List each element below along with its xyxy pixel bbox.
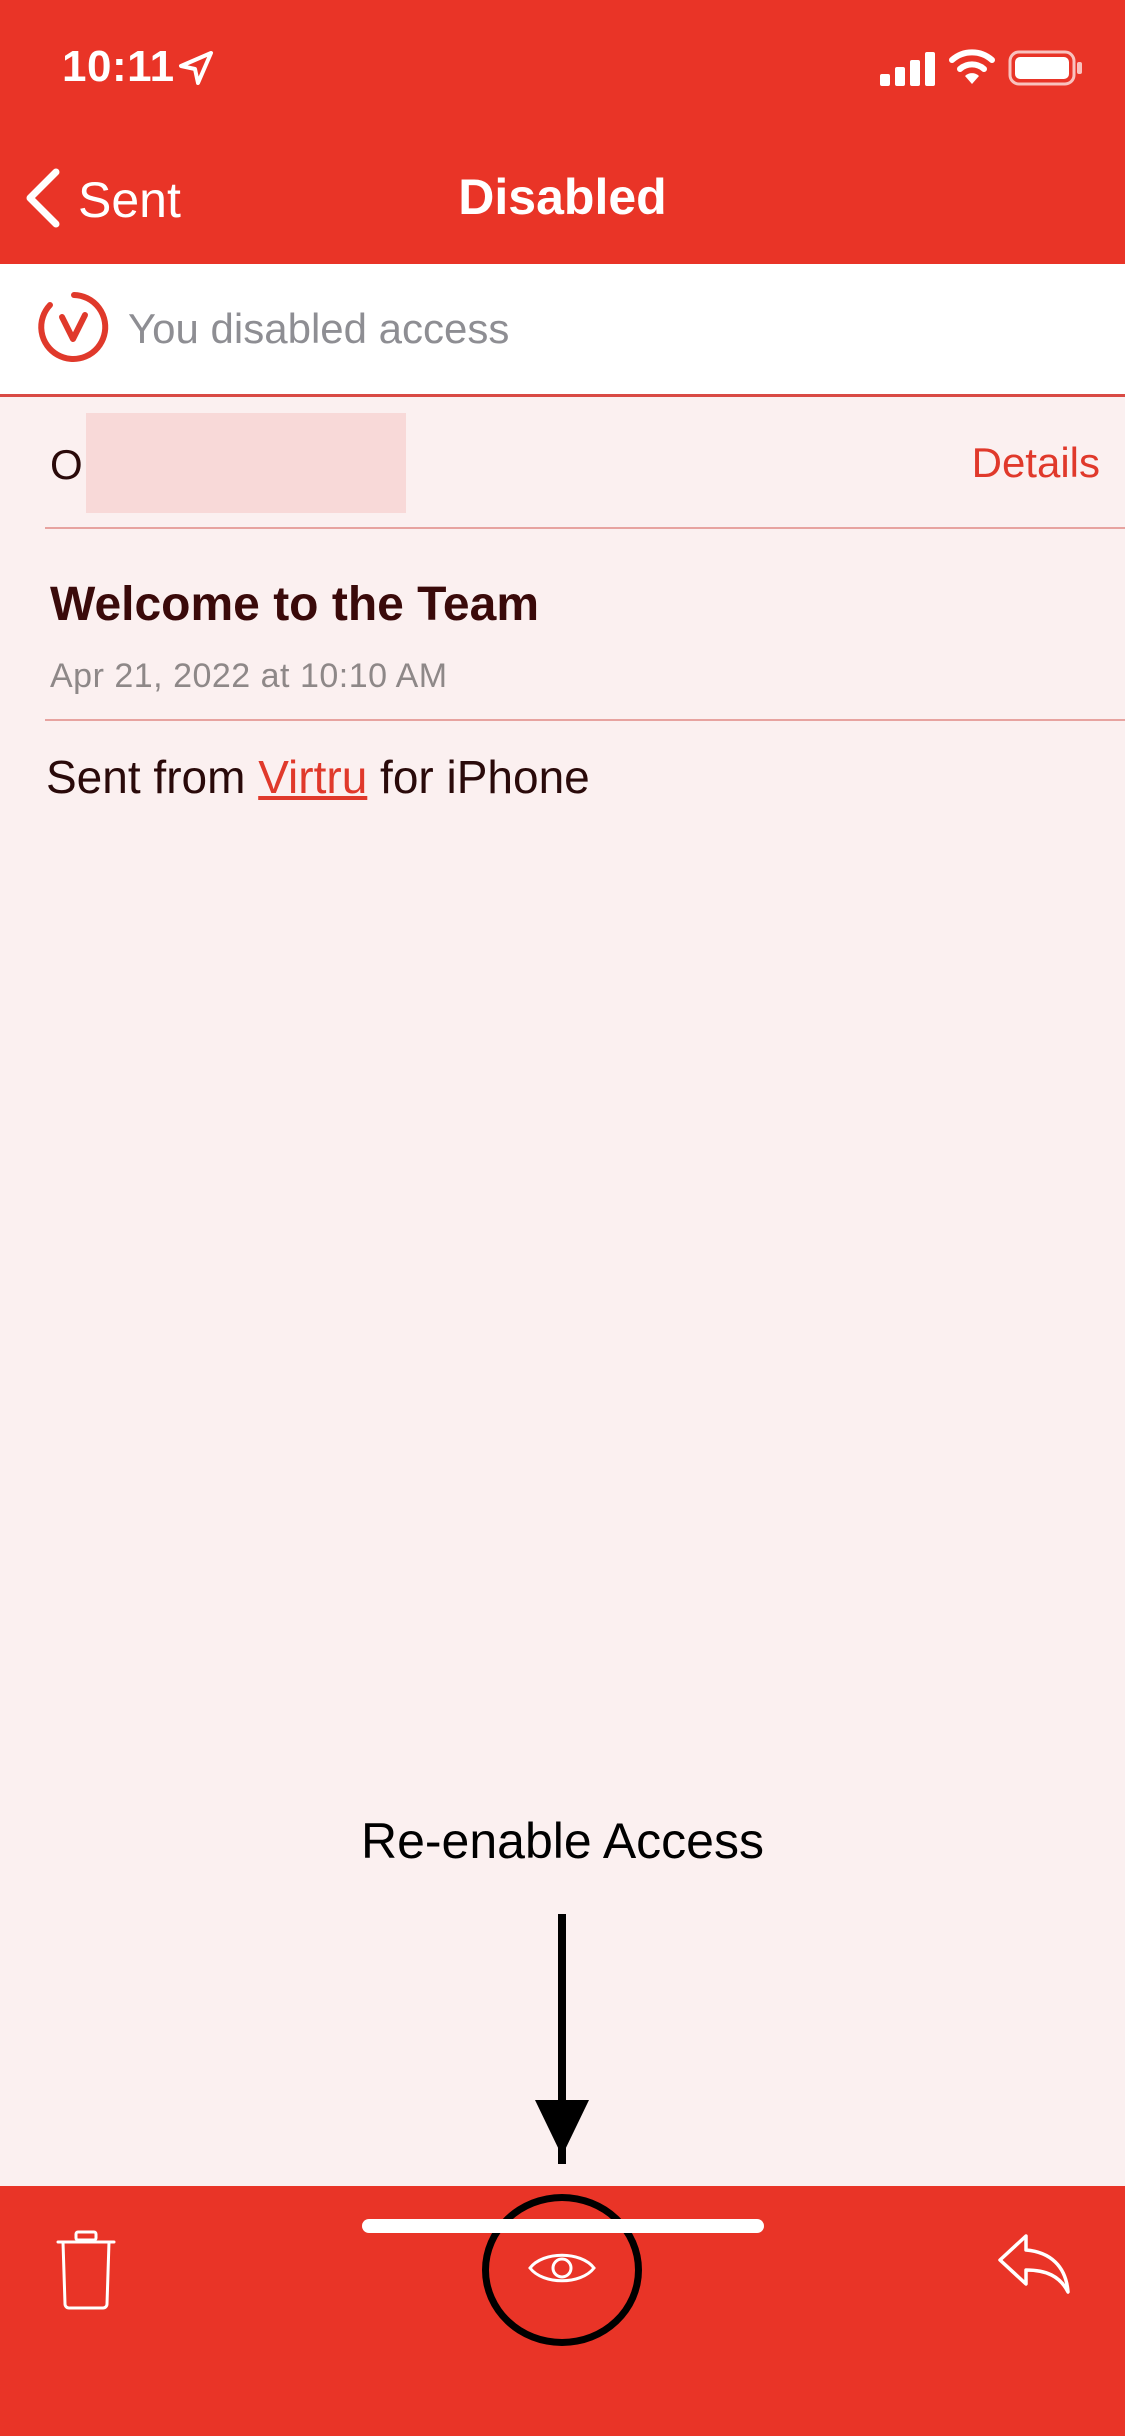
header: 10:11 Sent Disabled [0,0,1125,264]
virtru-logo-icon [36,289,112,370]
page-title: Disabled [458,169,667,225]
body-suffix: for iPhone [367,751,590,803]
email-body: Sent from Virtru for iPhone [46,750,590,804]
access-status-banner: You disabled access [0,264,1125,397]
email-subject: Welcome to the Team [50,578,539,631]
signal-icon [880,52,936,91]
reply-button[interactable] [996,2232,1072,2301]
status-time: 10:11 [62,42,175,91]
sender-row: O Details [45,397,1125,529]
annotation-arrow-head [535,2100,589,2156]
trash-icon [56,2230,116,2314]
reply-icon [996,2234,1072,2300]
annotation-label: Re-enable Access [360,1813,764,1869]
sender-initial: O [50,441,83,488]
home-indicator [362,2219,764,2233]
re-enable-access-button[interactable] [482,2194,642,2346]
details-link[interactable]: Details [972,439,1100,487]
trash-button[interactable] [56,2230,116,2315]
access-status-text: You disabled access [128,305,510,352]
virtru-link[interactable]: Virtru [258,751,367,803]
wifi-icon [948,48,996,91]
battery-icon [1008,50,1084,91]
eye-icon [527,2248,597,2293]
email-date: Apr 21, 2022 at 10:10 AM [50,657,448,695]
redacted-sender [86,413,406,513]
location-arrow-icon [178,50,214,91]
body-prefix: Sent from [46,751,259,803]
subject-block: Welcome to the Team Apr 21, 2022 at 10:1… [45,529,1125,721]
